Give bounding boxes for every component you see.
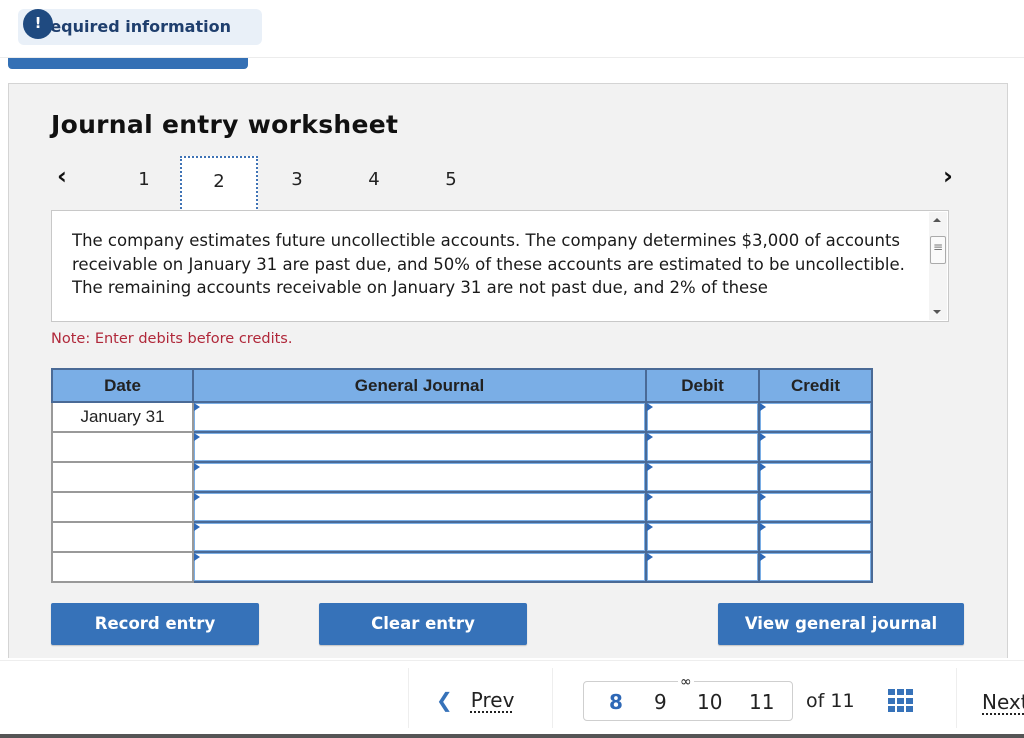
required-information-badge[interactable]: ! Required information: [18, 9, 262, 45]
header-general-journal: General Journal: [192, 368, 647, 403]
date-cell: [51, 491, 194, 523]
link-icon: ∞: [678, 674, 694, 690]
footer-divider-vertical: [552, 668, 553, 728]
date-cell: January 31: [51, 401, 194, 433]
step-label: 3: [291, 169, 303, 190]
debit-input[interactable]: [645, 491, 760, 523]
debit-input[interactable]: [645, 401, 760, 433]
account-input[interactable]: [192, 491, 647, 523]
active-tab-indicator: [8, 58, 248, 69]
footer-divider-vertical: [956, 668, 957, 728]
account-input[interactable]: [192, 551, 647, 583]
step-tab-4[interactable]: 4: [335, 156, 413, 212]
credit-input[interactable]: [758, 521, 873, 553]
description-box: The company estimates future uncollectib…: [51, 210, 949, 322]
scroll-thumb[interactable]: [930, 236, 946, 264]
page-selector: ∞ 8 9 10 11: [583, 674, 793, 721]
step-label: 4: [368, 169, 380, 190]
step-tab-2[interactable]: 2: [180, 156, 258, 212]
scroll-up-icon[interactable]: [933, 218, 941, 222]
credit-input[interactable]: [758, 431, 873, 463]
debit-input[interactable]: [645, 431, 760, 463]
prev-button[interactable]: ❮ Prev: [436, 688, 514, 712]
table-row: [51, 431, 873, 463]
date-cell: [51, 521, 194, 553]
next-button[interactable]: Next: [982, 690, 1024, 714]
grid-icon[interactable]: [888, 689, 915, 713]
date-cell: [51, 431, 194, 463]
date-cell: [51, 551, 194, 583]
debit-input[interactable]: [645, 551, 760, 583]
bottom-edge: [0, 734, 1024, 738]
journal-table: Date General Journal Debit Credit Januar…: [51, 368, 873, 583]
header-date: Date: [51, 368, 194, 403]
chevron-left-icon[interactable]: ‹: [57, 162, 67, 190]
account-input[interactable]: [192, 521, 647, 553]
page-10[interactable]: 10: [697, 690, 722, 714]
step-tab-5[interactable]: 5: [412, 156, 490, 212]
header-debit: Debit: [645, 368, 760, 403]
account-input[interactable]: [192, 401, 647, 433]
step-label: 2: [213, 171, 225, 192]
date-cell: [51, 461, 194, 493]
view-general-journal-button[interactable]: View general journal: [718, 603, 964, 645]
page-9[interactable]: 9: [654, 690, 667, 714]
journal-entry-worksheet-panel: Journal entry worksheet ‹ 1 2 3 4 5 › Th…: [8, 83, 1008, 658]
page-11[interactable]: 11: [749, 690, 774, 714]
chevron-left-icon: ❮: [436, 688, 453, 712]
credit-input[interactable]: [758, 491, 873, 523]
page-count: of 11: [806, 690, 855, 712]
worksheet-title: Journal entry worksheet: [51, 110, 399, 139]
credit-input[interactable]: [758, 401, 873, 433]
header-credit: Credit: [758, 368, 873, 403]
description-scrollbar[interactable]: [929, 212, 947, 320]
clear-entry-button[interactable]: Clear entry: [319, 603, 527, 645]
debit-input[interactable]: [645, 461, 760, 493]
step-label: 1: [138, 169, 150, 190]
record-entry-button[interactable]: Record entry: [51, 603, 259, 645]
table-header-row: Date General Journal Debit Credit: [51, 368, 873, 403]
scroll-down-icon[interactable]: [933, 310, 941, 314]
debit-input[interactable]: [645, 521, 760, 553]
footer-divider-vertical: [408, 668, 409, 728]
required-information-label: Required information: [38, 17, 231, 36]
step-tab-1[interactable]: 1: [105, 156, 183, 212]
credit-input[interactable]: [758, 461, 873, 493]
note-text: Note: Enter debits before credits.: [51, 331, 293, 347]
footer-divider: [0, 660, 1024, 661]
account-input[interactable]: [192, 431, 647, 463]
page-8[interactable]: 8: [609, 690, 623, 714]
account-input[interactable]: [192, 461, 647, 493]
prev-label: Prev: [470, 688, 515, 712]
credit-input[interactable]: [758, 551, 873, 583]
table-row: [51, 491, 873, 523]
exclamation-icon: !: [23, 9, 53, 39]
description-text: The company estimates future uncollectib…: [72, 231, 905, 297]
table-row: [51, 551, 873, 583]
table-row: [51, 521, 873, 553]
table-row: [51, 461, 873, 493]
chevron-right-icon[interactable]: ›: [943, 162, 953, 190]
page: ! Required information Journal entry wor…: [0, 0, 1024, 738]
table-row: January 31: [51, 401, 873, 433]
step-tab-3[interactable]: 3: [258, 156, 336, 212]
step-label: 5: [445, 169, 457, 190]
